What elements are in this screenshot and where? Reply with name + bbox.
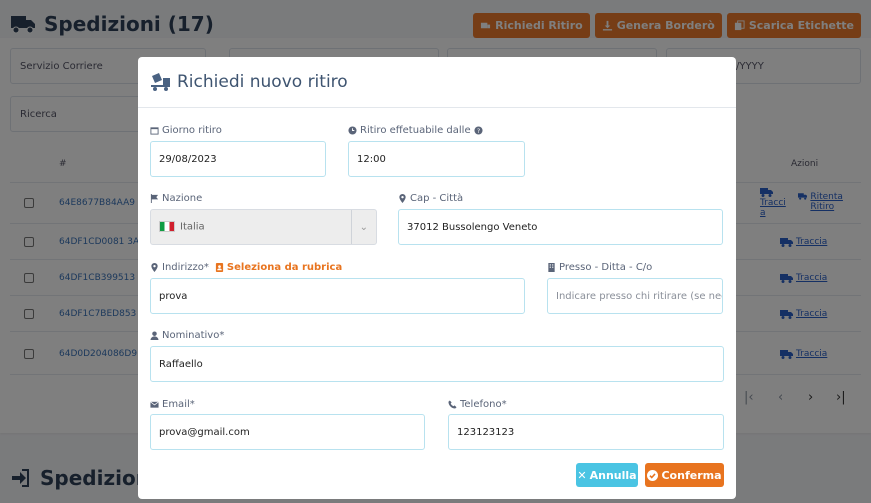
flag-icon [150, 194, 159, 203]
seleziona-rubrica-text: Seleziona da rubrica [226, 262, 343, 273]
telefono-input[interactable]: 123123123 [448, 414, 724, 450]
telefono-label-text: Telefono* [460, 399, 507, 410]
giorno-ritiro-label: Giorno ritiro [150, 125, 222, 136]
ritiro-dalle-label-text: Ritiro effetuabile dalle [360, 125, 471, 136]
svg-text:?: ? [476, 128, 479, 135]
nazione-select[interactable]: Italia ⌄ [150, 209, 377, 245]
email-input[interactable]: prova@gmail.com [150, 414, 425, 450]
seleziona-rubrica-link[interactable]: Seleziona da rubrica [215, 262, 342, 273]
telefono-label: Telefono* [448, 399, 507, 410]
giorno-ritiro-input[interactable]: 29/08/2023 [150, 141, 326, 177]
address-book-icon [215, 263, 224, 272]
presso-input[interactable]: Indicare presso chi ritirare (se nec [547, 278, 723, 314]
indirizzo-input[interactable]: prova [150, 278, 525, 314]
nazione-label-text: Nazione [162, 193, 203, 204]
envelope-icon [150, 401, 159, 408]
richiedi-ritiro-modal: Richiedi nuovo ritiro Giorno ritiro 29/0… [138, 57, 736, 499]
clock-icon [348, 126, 357, 135]
chevron-down-icon: ⌄ [350, 210, 368, 244]
calendar-icon [150, 127, 159, 135]
email-label: Email* [150, 399, 195, 410]
indirizzo-label-text: Indirizzo* [162, 262, 209, 273]
modal-header: Richiedi nuovo ritiro [138, 57, 736, 108]
modal-title: Richiedi nuovo ritiro [177, 72, 348, 92]
pickup-truck-icon [151, 73, 170, 91]
nominativo-label: Nominativo* [150, 330, 224, 341]
phone-icon [448, 400, 457, 409]
email-label-text: Email* [162, 399, 195, 410]
nominativo-label-text: Nominativo* [162, 330, 225, 341]
giorno-ritiro-label-text: Giorno ritiro [162, 125, 222, 136]
indirizzo-label: Indirizzo* Seleziona da rubrica [150, 262, 342, 273]
cap-citta-label: Cap - Città [398, 193, 463, 204]
annulla-label: Annulla [589, 468, 637, 482]
check-circle-icon [647, 469, 659, 481]
question-circle-icon[interactable]: ? [474, 126, 483, 135]
conferma-label: Conferma [661, 468, 722, 482]
nazione-value: Italia [180, 221, 205, 233]
building-icon [548, 263, 555, 272]
nominativo-input[interactable]: Raffaello [150, 346, 724, 382]
cap-citta-label-text: Cap - Città [410, 193, 464, 204]
presso-label-text: Presso - Ditta - C/o [559, 262, 653, 273]
italy-flag-icon [159, 221, 175, 233]
user-icon [150, 331, 159, 340]
presso-label: Presso - Ditta - C/o [547, 262, 652, 273]
cap-citta-input[interactable]: 37012 Bussolengo Veneto [398, 209, 723, 245]
nazione-label: Nazione [150, 193, 202, 204]
conferma-button[interactable]: Conferma [645, 463, 724, 487]
ritiro-dalle-input[interactable]: 12:00 [348, 141, 525, 177]
close-icon: ✕ [577, 468, 587, 482]
map-marker-icon [151, 263, 158, 272]
map-marker-icon [399, 194, 406, 203]
annulla-button[interactable]: ✕ Annulla [576, 463, 638, 487]
ritiro-dalle-label: Ritiro effetuabile dalle ? [348, 125, 483, 136]
nazione-selected: Italia [159, 221, 205, 233]
